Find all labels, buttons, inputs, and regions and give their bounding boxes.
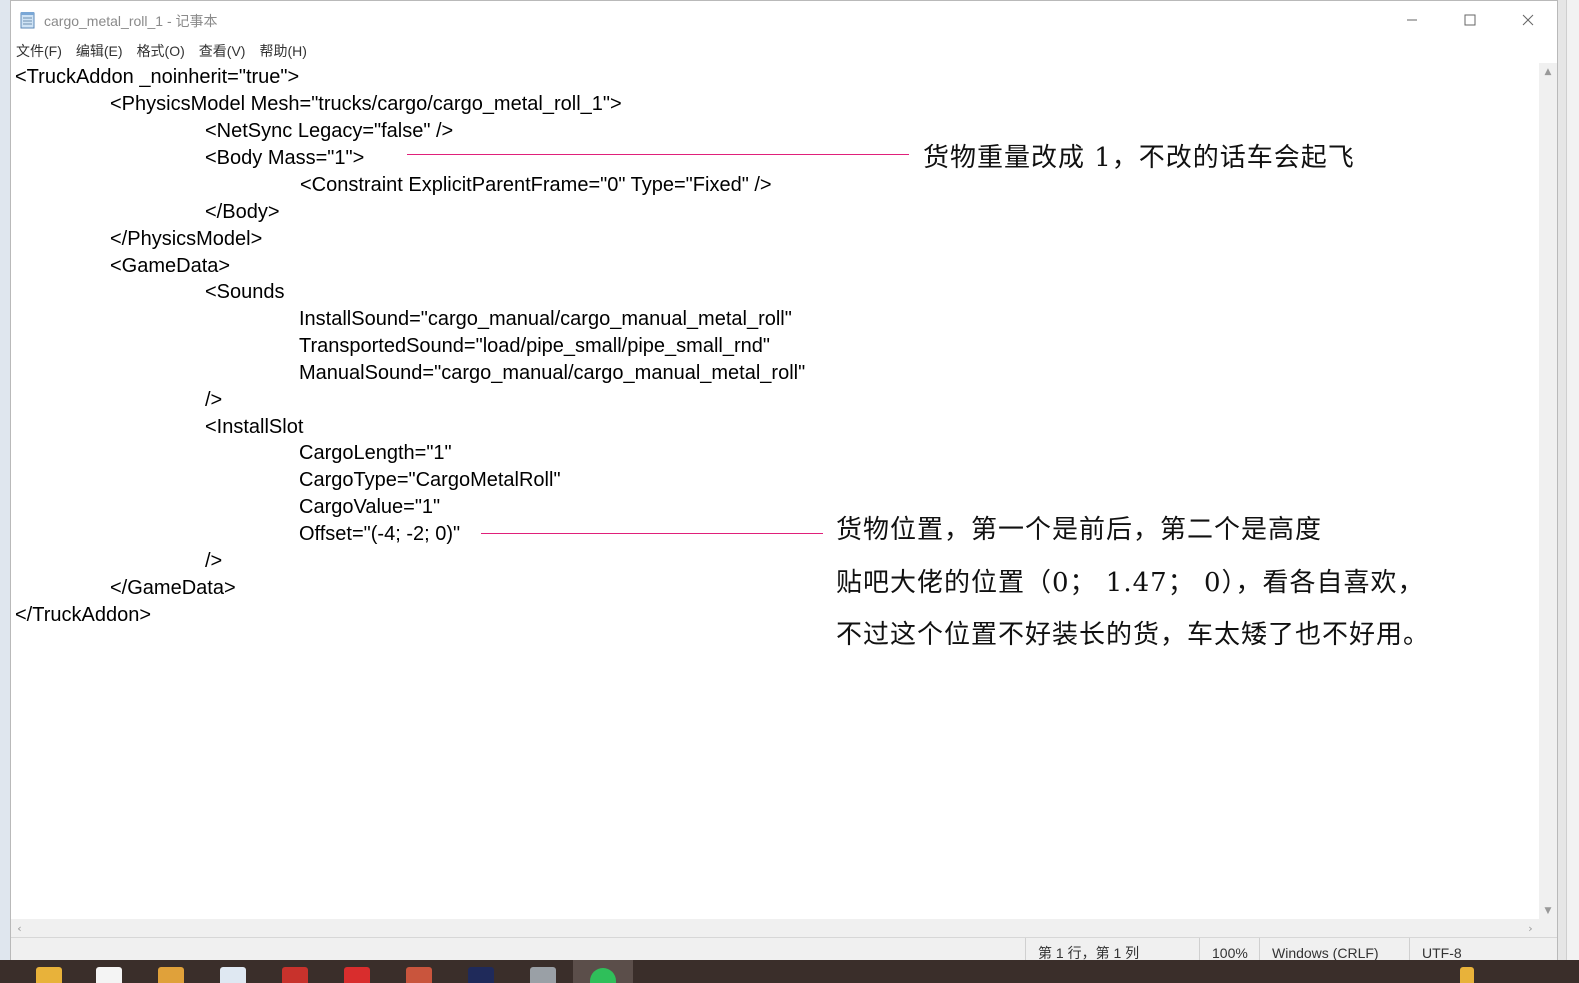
status-encoding: UTF-8 [1409, 938, 1557, 962]
status-cursor-position: 第 1 行，第 1 列 [1025, 938, 1199, 962]
notepad-icon [20, 11, 36, 29]
code-line: <Constraint ExplicitParentFrame="0" Type… [300, 174, 772, 196]
scrollbar-corner [1539, 919, 1557, 937]
minimize-icon [1406, 11, 1418, 30]
close-button[interactable] [1499, 1, 1557, 39]
taskbar-app-icon[interactable] [282, 967, 308, 983]
text-editor-area[interactable]: <TruckAddon _noinherit="true"> <PhysicsM… [11, 63, 1539, 919]
taskbar-app-icon[interactable] [220, 967, 246, 983]
menu-format[interactable]: 格式(O) [130, 41, 192, 61]
code-line: Offset="(-4; -2; 0)" [299, 523, 461, 545]
scroll-up-icon[interactable]: ▲ [1539, 63, 1557, 80]
horizontal-scrollbar[interactable]: ‹ › [11, 919, 1539, 937]
menu-help[interactable]: 帮助(H) [252, 41, 313, 61]
tray-icon[interactable] [1460, 967, 1474, 983]
menu-edit[interactable]: 编辑(E) [69, 41, 130, 61]
offset-annotation-2: 贴吧大佬的位置（0； 1.47； 0），看各自喜欢， [836, 568, 1425, 598]
code-line: /> [205, 550, 223, 572]
title-bar[interactable]: cargo_metal_roll_1 - 记事本 [11, 1, 1557, 39]
code-line: CargoValue="1" [299, 496, 441, 518]
taskbar-app-icon[interactable] [344, 967, 370, 983]
code-line: ManualSound="cargo_manual/cargo_manual_m… [299, 362, 806, 384]
maximize-button[interactable] [1441, 1, 1499, 39]
code-line: <Body Mass="1"> [205, 147, 365, 169]
status-zoom: 100% [1199, 938, 1259, 962]
menu-bar: 文件(F) 编辑(E) 格式(O) 查看(V) 帮助(H) [11, 39, 1557, 63]
offset-annotation-line [481, 533, 823, 534]
code-line: </GameData> [110, 577, 236, 599]
code-line: </TruckAddon> [15, 604, 152, 626]
code-line: </PhysicsModel> [110, 228, 263, 250]
close-icon [1522, 11, 1534, 30]
window-title: cargo_metal_roll_1 - 记事本 [44, 13, 218, 29]
taskbar-app-icon[interactable] [530, 967, 556, 983]
minimize-button[interactable] [1383, 1, 1441, 39]
code-line: CargoLength="1" [299, 442, 452, 464]
status-line-ending: Windows (CRLF) [1259, 938, 1409, 962]
code-line: CargoType="CargoMetalRoll" [299, 469, 561, 491]
code-line: <TruckAddon _noinherit="true"> [15, 66, 300, 88]
taskbar-app-icon [590, 968, 616, 983]
code-line: InstallSound="cargo_manual/cargo_manual_… [299, 308, 792, 330]
code-line: </Body> [205, 201, 280, 223]
vertical-scrollbar[interactable]: ▲ ▼ [1539, 63, 1557, 919]
code-line: <GameData> [110, 255, 231, 277]
code-line: TransportedSound="load/pipe_small/pipe_s… [299, 335, 770, 357]
scroll-down-icon[interactable]: ▼ [1539, 902, 1557, 919]
taskbar-active-app[interactable] [573, 960, 633, 983]
taskbar-app-icon[interactable] [406, 967, 432, 983]
code-line: <PhysicsModel Mesh="trucks/cargo/cargo_m… [110, 93, 622, 115]
maximize-icon [1464, 11, 1476, 30]
mass-annotation-line [407, 154, 909, 155]
menu-file[interactable]: 文件(F) [11, 41, 69, 61]
status-bar: 第 1 行，第 1 列 100% Windows (CRLF) UTF-8 [11, 937, 1557, 962]
menu-view[interactable]: 查看(V) [192, 41, 253, 61]
scroll-right-icon[interactable]: › [1522, 919, 1539, 937]
taskbar-app-icon[interactable] [468, 967, 494, 983]
offset-annotation-3: 不过这个位置不好装长的货，车太矮了也不好用。 [836, 620, 1431, 650]
scroll-left-icon[interactable]: ‹ [11, 919, 28, 937]
notepad-window: cargo_metal_roll_1 - 记事本 文件(F) 编辑(E) 格式(… [10, 0, 1558, 962]
taskbar-app-icon[interactable] [36, 967, 62, 983]
code-line: <Sounds [205, 281, 285, 303]
code-line: <NetSync Legacy="false" /> [205, 120, 454, 142]
code-line: /> [205, 389, 223, 411]
code-line: <InstallSlot [205, 416, 304, 438]
mass-annotation: 货物重量改成 1，不改的话车会起飞 [923, 143, 1355, 173]
desktop-background-right [1566, 0, 1579, 960]
desktop-background-left [0, 0, 10, 960]
folder-icon[interactable] [158, 967, 184, 983]
offset-annotation-1: 货物位置，第一个是前后，第二个是高度 [836, 515, 1323, 545]
taskbar [0, 960, 1579, 983]
taskbar-app-icon[interactable] [96, 967, 122, 983]
